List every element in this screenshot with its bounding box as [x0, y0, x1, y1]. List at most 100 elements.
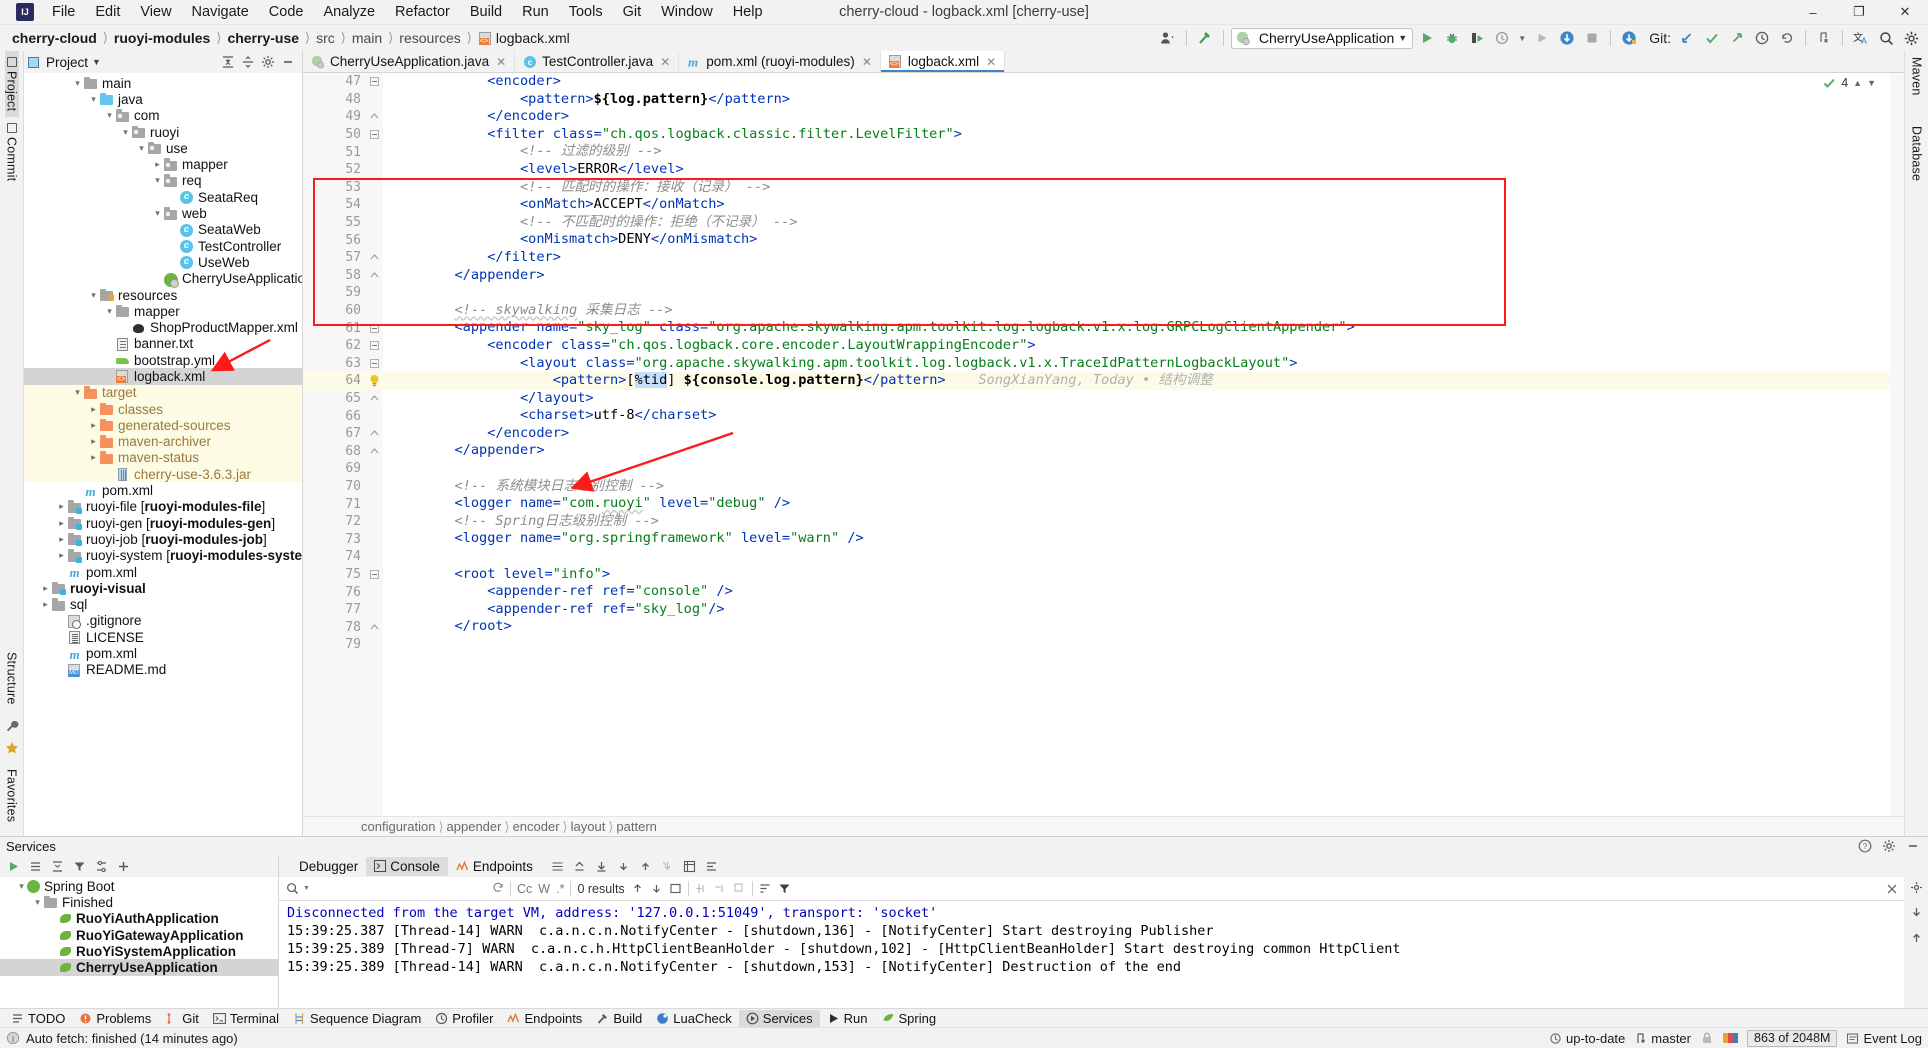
scroll-down-icon[interactable] — [595, 860, 608, 873]
tree-node-bootstrap-yml[interactable]: bootstrap.yml — [24, 352, 302, 368]
console-output[interactable]: Disconnected from the target VM, address… — [279, 901, 1904, 1008]
settings-gear-icon[interactable] — [1910, 881, 1923, 894]
toolwindow-sequence-diagram[interactable]: Sequence Diagram — [286, 1010, 428, 1027]
code-line[interactable]: <logger name="com.ruoyi" level="debug" /… — [383, 495, 1890, 513]
profiler-icon[interactable] — [1491, 28, 1513, 49]
tree-node-license[interactable]: LICENSE — [24, 629, 302, 645]
line-number[interactable]: 47 — [303, 73, 365, 91]
tree-node-gitignore[interactable]: .gitignore — [24, 613, 302, 629]
inspection-level-icon[interactable] — [1723, 1031, 1738, 1045]
line-number[interactable]: 62 — [303, 337, 365, 355]
soft-wrap-icon[interactable] — [551, 860, 564, 873]
fold-end-icon[interactable] — [365, 618, 383, 636]
line-number[interactable]: 59 — [303, 284, 365, 302]
toolwindow-git[interactable]: Git — [158, 1010, 206, 1027]
search-input[interactable]: ▼ — [285, 879, 485, 898]
menu-edit[interactable]: Edit — [85, 2, 130, 22]
line-number[interactable]: 63 — [303, 355, 365, 373]
hammer-build-icon[interactable] — [1194, 28, 1216, 49]
line-number[interactable]: 67 — [303, 425, 365, 443]
toolwindow-luacheck[interactable]: LuaCheck — [649, 1010, 739, 1027]
tab-cherryuseapplication-java[interactable]: CherryUseApplication.java ✕ — [303, 51, 516, 72]
tree-node-maven-archiver[interactable]: ▸ maven-archiver — [24, 433, 302, 450]
run-icon[interactable] — [7, 860, 20, 873]
code-line[interactable]: <appender-ref ref="sky_log"/> — [383, 601, 1890, 619]
tree-node-classes[interactable]: ▸ classes — [24, 400, 302, 418]
git-push-icon[interactable] — [1726, 28, 1748, 49]
toolwindow-terminal[interactable]: Terminal — [206, 1010, 286, 1027]
settings-icon[interactable] — [95, 860, 108, 873]
menu-git[interactable]: Git — [613, 2, 652, 22]
chevron-down-icon[interactable]: ▾ — [88, 290, 99, 300]
whole-words-toggle[interactable]: W — [538, 882, 550, 896]
tree-node-pom-xml[interactable]: pom.xml — [24, 564, 302, 581]
line-number[interactable]: 52 — [303, 161, 365, 179]
chevron-down-icon[interactable]: ▼ — [1516, 28, 1528, 49]
code-line[interactable]: <layout class="org.apache.skywalking.apm… — [383, 355, 1890, 373]
sidebar-item-structure[interactable]: Structure — [5, 646, 19, 711]
chevron-right-icon[interactable]: ▸ — [56, 502, 67, 511]
settings-gear-icon[interactable] — [1882, 839, 1896, 853]
tree-node-testcontroller[interactable]: TestController — [24, 238, 302, 254]
editor-breadcrumb-pattern[interactable]: pattern — [616, 819, 656, 834]
line-number[interactable]: 66 — [303, 407, 365, 425]
close-icon[interactable]: ✕ — [496, 55, 506, 69]
fold-end-icon[interactable] — [365, 390, 383, 408]
expand-icon[interactable] — [29, 860, 42, 873]
match-case-toggle[interactable]: Cc — [517, 882, 532, 896]
collapse-icon[interactable] — [51, 860, 64, 873]
fold-expanded-icon[interactable] — [365, 126, 383, 144]
open-in-window-icon[interactable] — [669, 882, 682, 895]
sidebar-item-project[interactable]: Project — [4, 51, 19, 118]
line-number[interactable]: 56 — [303, 231, 365, 249]
tree-node-cherryuseapplication[interactable]: CherryUseApplication — [24, 271, 302, 288]
line-number[interactable]: 49 — [303, 108, 365, 126]
menu-tools[interactable]: Tools — [559, 2, 613, 22]
line-number[interactable]: 79 — [303, 636, 365, 654]
line-number[interactable]: 57 — [303, 249, 365, 267]
code-line[interactable]: </encoder> — [383, 425, 1890, 443]
toolwindow-problems[interactable]: Problems — [72, 1010, 158, 1027]
chevron-right-icon[interactable]: ▸ — [88, 420, 99, 430]
tree-node-readme-md[interactable]: README.md — [24, 662, 302, 678]
fold-expanded-icon[interactable] — [365, 337, 383, 355]
update-project-icon[interactable] — [1556, 28, 1578, 49]
line-number[interactable]: 48 — [303, 91, 365, 109]
toolwindow-profiler[interactable]: Profiler — [428, 1010, 500, 1027]
menu-build[interactable]: Build — [460, 2, 512, 22]
tab-endpoints[interactable]: Endpoints — [448, 857, 541, 876]
chevron-down-icon[interactable]: ▼ — [92, 57, 101, 67]
scroll-to-end-icon[interactable] — [1910, 906, 1923, 919]
event-log-button[interactable]: Event Log — [1846, 1031, 1922, 1046]
stop-icon[interactable] — [1581, 28, 1603, 49]
menu-navigate[interactable]: Navigate — [182, 2, 259, 22]
code-line[interactable]: <level>ERROR</level> — [383, 161, 1890, 179]
line-number[interactable]: 53 — [303, 179, 365, 197]
run-configuration-selector[interactable]: CherryUseApplication ▼ — [1230, 27, 1414, 49]
code-line[interactable]: <encoder class="ch.qos.logback.core.enco… — [383, 337, 1890, 355]
menu-view[interactable]: View — [130, 2, 181, 22]
fold-expanded-icon[interactable] — [365, 319, 383, 337]
fold-expanded-icon[interactable] — [365, 73, 383, 91]
settings-gear-icon[interactable] — [1900, 28, 1922, 49]
line-number[interactable]: 72 — [303, 513, 365, 531]
branch-widget[interactable]: master — [1634, 1031, 1691, 1046]
tree-node-ruoyi-gen-ruoyi-modules-gen[interactable]: ▸ ruoyi-gen [ruoyi-modules-gen] — [24, 515, 302, 531]
code-line[interactable] — [383, 460, 1890, 478]
run-with-coverage-icon[interactable] — [1466, 28, 1488, 49]
line-number[interactable]: 64 — [303, 372, 365, 390]
line-number[interactable]: 77 — [303, 601, 365, 619]
code-line[interactable]: <!-- 系统模块日志级别控制 --> — [383, 478, 1890, 496]
tree-node-ruoyi-visual[interactable]: ▸ ruoyi-visual — [24, 580, 302, 596]
editor-breadcrumb-encoder[interactable]: encoder — [513, 819, 560, 834]
editor-viewport[interactable]: 47 48 49 50 51 52 53 54 55 56 57 58 59 60 61 62 63 64 65 66… — [303, 73, 1904, 816]
search-history-icon[interactable] — [491, 882, 504, 895]
line-number[interactable]: 51 — [303, 143, 365, 161]
add-icon[interactable] — [117, 860, 130, 873]
services-node-ruoyisystemapplication[interactable]: RuoYiSystemApplication — [0, 943, 278, 959]
tree-node-ruoyi-file-ruoyi-modules-file[interactable]: ▸ ruoyi-file [ruoyi-modules-file] — [24, 499, 302, 515]
inspection-widget[interactable]: 4 ▲ ▼ — [1823, 76, 1876, 90]
services-node-spring-boot[interactable]: ▾ Spring Boot — [0, 878, 278, 894]
tree-node-com[interactable]: ▾ com — [24, 108, 302, 124]
add-filter-icon[interactable] — [695, 882, 708, 895]
